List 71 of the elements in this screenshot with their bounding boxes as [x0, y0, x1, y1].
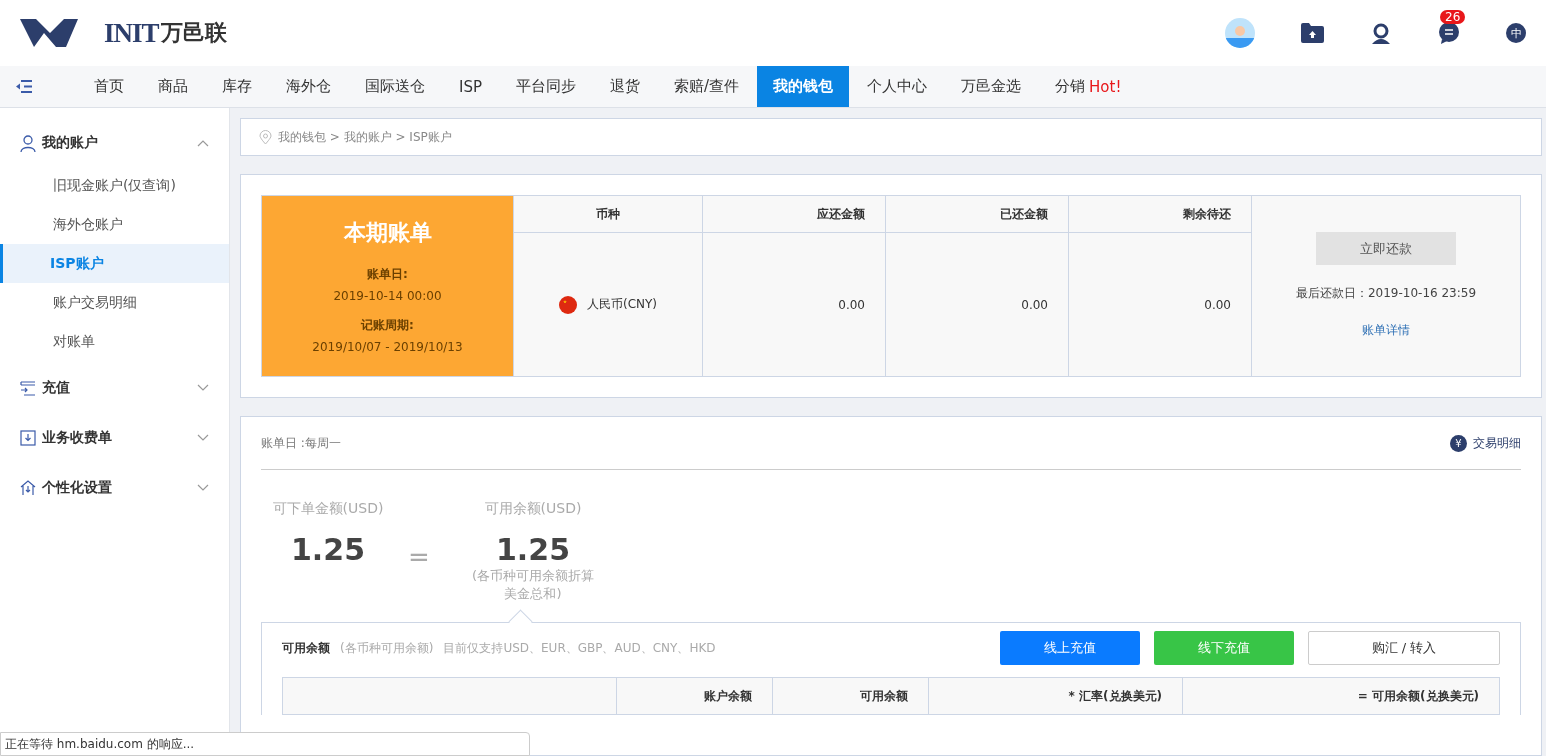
amount-label: 可用余额(USD)	[484, 500, 582, 518]
menu-icon[interactable]	[16, 80, 32, 93]
chevron-icon[interactable]	[197, 434, 209, 442]
nav-tab[interactable]: 平台同步	[500, 66, 592, 107]
column-header: 账户余额	[616, 678, 772, 714]
chevron-icon[interactable]	[197, 139, 209, 147]
amount-label: 可下单金额(USD)	[272, 500, 384, 518]
amount-note: (各币种可用余额折算美金总和)	[470, 567, 596, 603]
yen-icon: ¥	[1450, 434, 1467, 452]
bill-day: 账单日 :每周一	[261, 434, 341, 452]
status-bar: 正在等待 hm.baidu.com 的响应...	[0, 732, 530, 756]
avatar-icon[interactable]	[1225, 18, 1255, 48]
column-header: = 可用余额(兑换美元)	[1182, 678, 1499, 714]
chevron-icon[interactable]	[197, 384, 209, 392]
amount-value: 1.25	[496, 532, 570, 567]
transactions-link[interactable]: 交易明细	[1473, 434, 1521, 452]
language-button[interactable]: 中	[1506, 23, 1526, 43]
breadcrumb: 我的钱包 > 我的账户 > ISP账户	[278, 128, 452, 146]
column-header: 应还金额	[702, 196, 885, 233]
bill-summary-card: 本期账单 账单日: 2019-10-14 00:00 记账周期: 2019/10/07 - 2019/10/13	[262, 196, 513, 376]
currency-note: 目前仅支持USD、EUR、GBP、AUD、CNY、HKD	[443, 639, 716, 657]
nav-tab[interactable]: 个人中心	[851, 66, 944, 107]
notification-badge: 26	[1440, 10, 1466, 24]
column-header: 已还金额	[885, 196, 1068, 233]
logo-text: INIT	[104, 17, 159, 49]
recharge-button[interactable]: 购汇 / 转入	[1308, 631, 1500, 665]
nav-tab[interactable]: 退货	[594, 66, 656, 107]
upload-folder-icon[interactable]	[1301, 23, 1324, 43]
column-header: 可用余额	[772, 678, 928, 714]
card-icon	[20, 380, 36, 396]
location-icon	[259, 129, 272, 145]
chevron-icon[interactable]	[197, 484, 209, 492]
nav-tab[interactable]: 海外仓	[270, 66, 347, 107]
sidebar-item[interactable]: 海外仓账户	[0, 205, 229, 244]
nav-tab[interactable]: 国际送仓	[349, 66, 441, 107]
column-header: 币种	[513, 196, 702, 233]
user-icon	[20, 134, 36, 152]
nav-tab[interactable]: 我的钱包	[757, 66, 850, 107]
house-icon	[20, 480, 36, 496]
sidebar-group[interactable]: 我的账户	[0, 120, 229, 166]
panel-subtitle: (各币种可用余额)	[340, 639, 434, 657]
table-cell: 人民币(CNY)	[586, 296, 658, 313]
nav-tab[interactable]: 分销 Hot!	[1039, 66, 1138, 107]
nav-tab[interactable]: 索赔/查件	[658, 66, 756, 107]
table-cell: 0.00	[1021, 297, 1048, 312]
column-header: * 汇率(兑换美元)	[928, 678, 1182, 714]
recharge-button[interactable]: 线上充值	[1000, 631, 1140, 665]
table-cell: 0.00	[1204, 297, 1231, 312]
nav-tab[interactable]: 首页	[78, 66, 140, 107]
sidebar-group[interactable]: 个性化设置	[0, 465, 229, 511]
logo-name: 万邑联	[160, 19, 227, 47]
column-header: 剩余待还	[1068, 196, 1251, 233]
nav-tab[interactable]: ISP	[443, 66, 498, 107]
sidebar-group[interactable]: 业务收费单	[0, 415, 229, 461]
flag-icon	[558, 295, 577, 314]
nav-tab[interactable]: 万邑金选	[945, 66, 1038, 107]
repay-button[interactable]: 立即还款	[1316, 232, 1456, 265]
equals-sign: =	[407, 542, 431, 574]
nav-tab[interactable]: 库存	[206, 66, 268, 107]
download-icon	[20, 430, 36, 446]
sidebar-item[interactable]: 对账单	[0, 322, 229, 361]
nav-tab[interactable]: 商品	[142, 66, 204, 107]
sidebar-item[interactable]: 旧现金账户(仅查询)	[0, 166, 229, 205]
sidebar-group[interactable]: 充值	[0, 365, 229, 411]
panel-title: 可用余额	[282, 639, 330, 657]
sidebar-item[interactable]: 账户交易明细	[0, 283, 229, 322]
due-date: 最后还款日：2019-10-16 23:59	[1295, 285, 1477, 302]
table-cell: 0.00	[838, 297, 865, 312]
message-icon[interactable]	[1438, 22, 1460, 44]
bill-details-link[interactable]: 账单详情	[1362, 322, 1410, 339]
amount-value: 1.25	[291, 532, 365, 567]
